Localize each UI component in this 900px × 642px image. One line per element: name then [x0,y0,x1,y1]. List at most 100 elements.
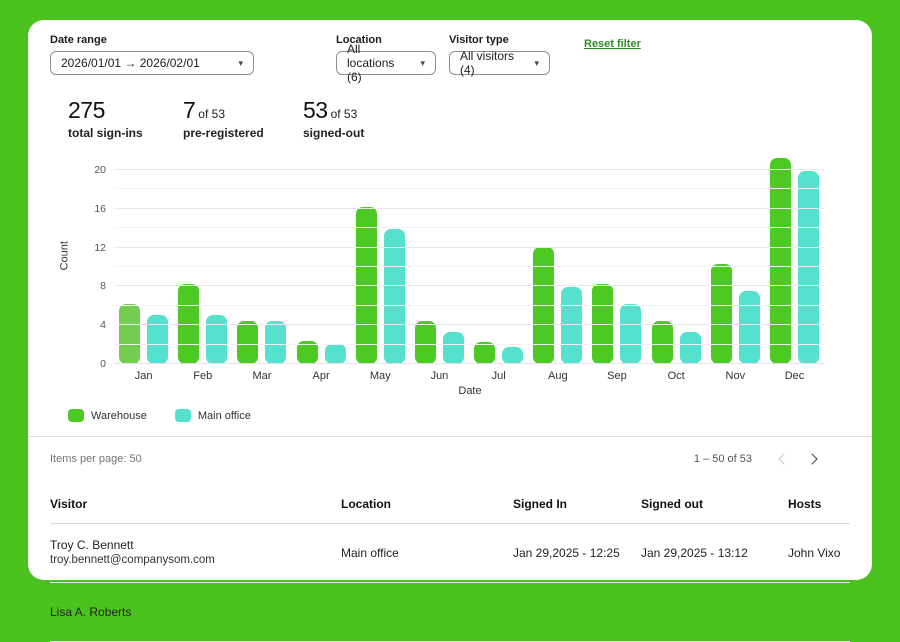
bar-group-jun [410,156,469,364]
visitor-type-select[interactable]: All visitors (4) ▾ [449,49,550,77]
bar-jul-main-office[interactable] [502,347,524,364]
table-header-row: Visitor Location Signed In Signed out Ho… [50,487,850,524]
dashboard-card: Date range 2026/01/01 → 2026/02/01 ▾ Loc… [28,20,872,642]
gridline-y-16 [114,207,824,209]
bar-jun-warehouse[interactable] [414,321,436,364]
bar-oct-warehouse[interactable] [651,321,673,364]
gridline-y-12 [114,246,824,248]
legend-item-warehouse: Warehouse [68,409,147,422]
bar-oct-main-office[interactable] [679,332,701,364]
column-header-location: Location [341,497,391,511]
x-tick-label-mar: Mar [252,370,272,382]
chevron-right-icon [806,453,818,465]
table-body: Troy C. Bennett troy.bennett@companysom.c… [50,524,850,642]
gridline-y-0 [114,363,824,364]
x-tick-label-dec: Dec [784,370,805,382]
bar-jan-main-office[interactable] [147,315,169,364]
gridline-y-18 [114,188,824,190]
x-axis-tick-labels: Jan Feb Mar Apr May Jun Jul Aug Sep Oct Nov Dec [114,370,824,382]
chevron-left-icon [778,453,790,465]
gridline-y-6 [114,304,824,306]
chevron-down-icon: ▾ [534,57,539,68]
bar-group-may [351,156,410,364]
bar-jun-main-office[interactable] [442,332,464,364]
chart-plot-area: Count 0 4 8 12 16 20 [59,156,824,370]
bar-dec-main-office[interactable] [797,171,819,364]
bar-apr-main-office[interactable] [324,344,346,364]
stat-value: 53 [303,97,328,123]
stat-pre-registered: 7 of 53 pre-registered [183,97,303,140]
column-header-signed-out: Signed out [641,497,703,511]
visitor-type-value: All visitors (4) [460,49,515,77]
x-tick-label-nov: Nov [725,370,746,382]
x-tick-label-oct: Oct [667,370,685,382]
bar-group-nov [706,156,765,364]
y-tick-label: 20 [94,164,106,176]
bar-jan-warehouse[interactable] [119,304,141,364]
table-row[interactable]: Troy C. Bennett troy.bennett@companysom.c… [50,524,850,583]
location-filter: Location All locations (6) ▾ [336,34,436,84]
stat-value: 7 [183,97,196,123]
bar-group-sep [587,156,646,364]
stat-signed-out: 53 of 53 signed-out [303,97,423,140]
chevron-down-icon: ▾ [420,57,425,68]
y-tick-label: 16 [94,202,106,215]
x-tick-label-aug: Aug [548,370,568,382]
visitor-type-filter: Visitor type All visitors (4) ▾ [449,34,550,77]
legend-swatch-icon [68,409,84,422]
visitor-cell: Lisa A. Roberts [50,604,341,620]
legend-item-main-office: Main office [174,409,251,422]
bar-mar-warehouse[interactable] [237,321,259,364]
visitor-type-label: Visitor type [449,34,509,46]
bar-group-jul [469,156,528,364]
chevron-down-icon: ▾ [238,57,243,68]
stat-suffix: of 53 [198,107,225,121]
x-axis-title: Date [458,385,482,397]
visitors-table: Visitor Location Signed In Signed out Ho… [50,487,850,642]
gridline-y-20 [114,169,824,170]
reset-filter-link[interactable]: Reset filter [584,38,641,50]
date-range-label: Date range [50,34,107,46]
x-tick-label-sep: Sep [607,370,627,382]
bar-sep-main-office[interactable] [620,304,642,364]
legend-label: Warehouse [91,409,147,422]
bar-aug-main-office[interactable] [561,287,583,364]
bar-nov-warehouse[interactable] [710,264,732,364]
bar-nov-main-office[interactable] [738,291,760,364]
chart-bars [114,156,824,364]
gridline-y-4 [114,324,824,326]
bar-mar-main-office[interactable] [265,321,287,364]
hosts-cell: John Vixo [788,546,841,560]
stat-total-sign-ins: 275 total sign-ins [68,97,183,140]
x-tick-label-jun: Jun [430,370,449,382]
x-tick-label-feb: Feb [193,370,213,382]
bar-group-feb [173,156,232,364]
gridline-y-2 [114,343,824,345]
previous-page-button[interactable] [770,445,798,473]
bar-group-aug [528,156,587,364]
y-tick-label: 8 [100,280,106,293]
paginator: Items per page: 50 1 – 50 of 53 [28,436,872,481]
stat-value: 275 [68,97,105,123]
next-page-button[interactable] [798,445,826,473]
bar-group-apr [292,156,351,364]
page-range-label: 1 – 50 of 53 [693,453,752,465]
visitor-name: Lisa A. Roberts [50,604,132,619]
date-range-value: 2026/01/01 → 2026/02/01 [61,56,200,70]
visitor-email: troy.bennett@companysom.com [50,554,215,567]
bar-feb-main-office[interactable] [206,315,228,364]
bar-jul-warehouse[interactable] [474,342,496,364]
visitor-name: Troy C. Bennett [50,538,134,553]
x-tick-label-jan: Jan [134,370,153,382]
gridline-y-10 [114,266,824,267]
date-range-select[interactable]: 2026/01/01 → 2026/02/01 ▾ [50,51,254,75]
column-header-signed-in: Signed In [513,497,567,511]
table-row[interactable]: Lisa A. Roberts [50,583,850,642]
y-tick-label: 12 [94,241,106,254]
location-select[interactable]: All locations (6) ▾ [336,42,436,84]
bar-group-mar [232,156,291,364]
items-per-page[interactable]: Items per page: 50 [50,453,142,465]
bar-group-jan [114,156,173,364]
x-tick-label-jul: Jul [491,370,506,382]
location-cell: Main office [341,546,399,560]
